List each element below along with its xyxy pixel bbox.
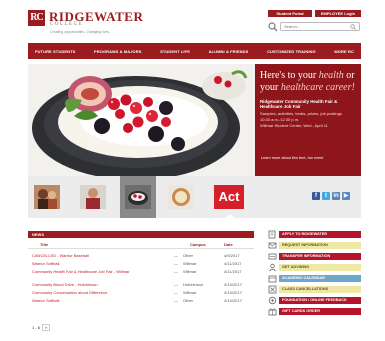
thumbnail-students[interactable] xyxy=(80,185,106,209)
nav-customized-training[interactable]: CUSTOMIZED TRAINING xyxy=(267,49,316,54)
nav-programs-majors[interactable]: PROGRAMS & MAJORS xyxy=(94,49,141,54)
quick-link-label: CLASS CANCELLATIONS xyxy=(279,286,361,293)
hero-banner[interactable]: Here's to your health or your healthcare… xyxy=(28,64,361,176)
thumbnail-selected[interactable] xyxy=(120,176,235,218)
hero-event-desc3: Willmar Student Center, Wed., April 11 xyxy=(260,123,328,129)
calendar-icon xyxy=(268,275,277,283)
quick-link-label: REQUEST INFORMATION xyxy=(279,242,361,249)
nav-alumni-friends[interactable]: ALUMNI & FRIENDS xyxy=(209,49,249,54)
thumbnail-graduation[interactable] xyxy=(34,185,60,209)
news-row-dash: — xyxy=(174,290,178,295)
news-pager: 1 - 6 » xyxy=(32,324,51,331)
hero-event-desc1: Samples, activities, treats, prizes, job… xyxy=(260,110,342,116)
nav-student-life[interactable]: STUDENT LIFE xyxy=(160,49,190,54)
quick-link-calendar[interactable]: ACADEMIC CALENDAR xyxy=(268,275,361,283)
info-icon xyxy=(268,242,277,249)
news-row-title[interactable]: Warrior Softball xyxy=(32,261,168,266)
news-row-date: 4/9/2017 xyxy=(224,253,240,258)
quick-link-label: GIFT CARDS ORDER xyxy=(279,308,361,315)
news-column-headers: Title Campus Date xyxy=(28,240,254,249)
feedback-icon xyxy=(268,296,277,305)
quick-link-label: APPLY TO RIDGEWATER xyxy=(279,231,361,238)
quick-link-label: ACADEMIC CALENDAR xyxy=(279,275,361,282)
search-icon[interactable] xyxy=(268,22,278,32)
youtube-icon[interactable]: ▶ xyxy=(342,192,350,200)
thumbnail-pointer xyxy=(225,214,235,218)
gift-icon xyxy=(268,308,277,316)
news-row-dash: — xyxy=(174,261,178,266)
news-tab[interactable]: NEWS xyxy=(32,232,44,237)
student-portal-button[interactable]: Student Portal xyxy=(268,10,312,17)
advising-icon xyxy=(269,263,276,272)
news-row-dash: — xyxy=(174,253,178,258)
news-row-title[interactable]: Warrior Softball xyxy=(32,298,168,303)
news-col-author[interactable]: Campus xyxy=(190,242,206,247)
quick-link-apply[interactable]: APPLY TO RIDGEWATER xyxy=(268,230,361,239)
employee-login-button[interactable]: EMPLOYEE Login xyxy=(315,10,361,17)
carousel-thumbnails: Act f t in ▶ xyxy=(28,176,361,218)
news-row-author: Other xyxy=(183,253,194,258)
linkedin-icon[interactable]: in xyxy=(332,192,340,200)
quick-link-request-info[interactable]: REQUEST INFORMATION xyxy=(268,242,361,249)
hero-event-desc2: 10:30 a.m.-12:30 p.m. xyxy=(260,117,300,123)
thumbnail-act[interactable]: Act xyxy=(214,185,244,209)
search-input[interactable] xyxy=(280,22,360,31)
news-row-author: Hutchinson xyxy=(183,282,204,287)
news-row-title[interactable]: Community Conversation about Difference xyxy=(32,290,168,295)
twitter-icon[interactable]: t xyxy=(322,192,330,200)
quick-link-feedback[interactable]: FOUNDATION / ONLINE FEEDBACK xyxy=(268,296,361,305)
hero-more-link[interactable]: Learn more about this free, fun event xyxy=(261,156,323,160)
pager-current: 1 - 6 xyxy=(32,325,41,330)
hero-text-panel: Here's to your health or your healthcare… xyxy=(255,64,361,176)
news-row-date: 4/11/2017 xyxy=(224,269,242,274)
news-row-dash: — xyxy=(174,282,178,287)
nav-more-rc[interactable]: MORE RC xyxy=(334,49,354,54)
social-links: f t in ▶ xyxy=(312,192,350,200)
news-row-title[interactable]: Community Blood Drive - Hutchinson xyxy=(32,282,168,287)
hero-headline: Here's to your health or your healthcare… xyxy=(260,70,356,94)
news-row-author: Willmar xyxy=(183,261,197,266)
quick-link-transfer[interactable]: TRANSFER INFORMATION xyxy=(268,253,361,260)
logo-tagline: Creating opportunities. Changing lives. xyxy=(50,30,111,34)
news-row-author: Willmar xyxy=(183,290,197,295)
news-row-title[interactable]: CANCELLED - Warrior Baseball xyxy=(32,253,168,258)
quick-link-label: GET ADVISING xyxy=(279,264,361,271)
quick-link-advising[interactable]: GET ADVISING xyxy=(268,263,361,272)
hero-headline-part1: Here's to your xyxy=(260,70,319,81)
news-col-date[interactable]: Date xyxy=(224,242,233,247)
thumbnail-pie[interactable] xyxy=(168,185,194,209)
site-header: RC RIDGEWATER COLLEGE Creating opportuni… xyxy=(0,0,385,42)
hero-headline-em1: health xyxy=(318,70,344,81)
hero-image xyxy=(28,64,255,176)
logo-sub: COLLEGE xyxy=(50,22,84,27)
news-row-date: 4/11/2017 xyxy=(224,261,242,266)
logo-mark: RC xyxy=(28,10,45,26)
search-submit-icon[interactable] xyxy=(350,24,356,30)
quick-link-cancellations[interactable]: CLASS CANCELLATIONS xyxy=(268,285,361,294)
thumbnail-health-fair xyxy=(125,185,151,209)
main-nav: FUTURE STUDENTS PROGRAMS & MAJORS STUDEN… xyxy=(28,43,361,59)
pager-next-button[interactable]: » xyxy=(42,324,51,331)
hero-event-title: Ridgewater Community Health Fair & Healt… xyxy=(260,99,338,110)
quick-link-label: TRANSFER INFORMATION xyxy=(279,253,361,260)
hero-headline-em2: healthcare career! xyxy=(280,82,355,93)
news-row-title[interactable]: Community Health Fair & Healthcare Job F… xyxy=(32,269,168,274)
news-col-title[interactable]: Title xyxy=(40,242,48,247)
news-row-author: Willmar xyxy=(183,269,197,274)
news-row-date: 4/13/2017 xyxy=(224,290,242,295)
apply-icon xyxy=(268,230,276,239)
news-row-date: 4/13/2017 xyxy=(224,282,242,287)
facebook-icon[interactable]: f xyxy=(312,192,320,200)
quick-link-gift-cards[interactable]: GIFT CARDS ORDER xyxy=(268,308,361,316)
news-row-dash: — xyxy=(174,269,178,274)
college-logo[interactable]: RC RIDGEWATER COLLEGE Creating opportuni… xyxy=(28,9,158,37)
transfer-icon xyxy=(268,253,277,260)
quick-link-label: FOUNDATION / ONLINE FEEDBACK xyxy=(279,297,361,304)
news-header-bar: NEWS xyxy=(28,231,254,238)
cancel-icon xyxy=(268,285,277,294)
nav-future-students[interactable]: FUTURE STUDENTS xyxy=(35,49,75,54)
news-row-date: 4/14/2017 xyxy=(224,298,242,303)
news-row-author: Other xyxy=(183,298,194,303)
news-row-dash: — xyxy=(174,298,178,303)
